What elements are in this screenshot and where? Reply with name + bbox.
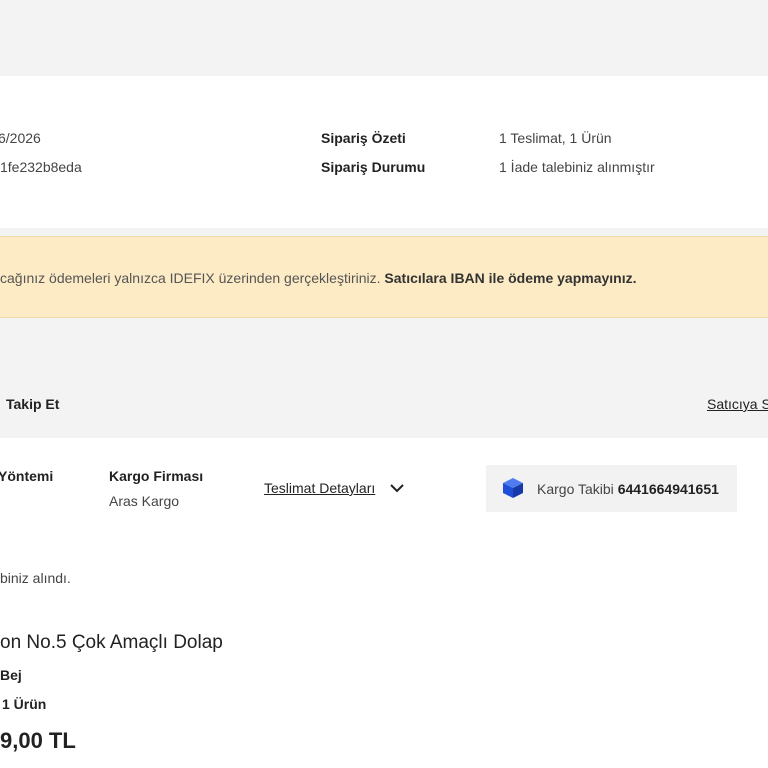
order-summary-value: 1 Teslimat, 1 Ürün xyxy=(499,130,612,146)
delivery-method-label: Yöntemi xyxy=(0,468,54,484)
product-quantity: 1 Ürün xyxy=(2,696,47,712)
carrier-label: Kargo Firması xyxy=(109,468,204,484)
order-number: 1fe232b8eda xyxy=(0,159,82,175)
chevron-down-icon xyxy=(390,484,404,493)
cargo-tracking-text: Kargo Takibi 6441664941651 xyxy=(537,481,719,497)
warning-text-normal: cağınız ödemeleri yalnızca IDEFIX üzerin… xyxy=(0,270,385,286)
cargo-tracking-label: Kargo Takibi xyxy=(537,481,614,497)
order-summary-panel xyxy=(0,76,768,228)
delivery-details-link[interactable]: Teslimat Detayları xyxy=(264,480,375,496)
box-icon xyxy=(503,478,523,498)
return-status-note: biniz alındı. xyxy=(0,570,71,586)
contact-seller-link[interactable]: Satıcıya S xyxy=(707,396,768,412)
warning-text-bold: Satıcılara IBAN ile ödeme yapmayınız. xyxy=(384,270,637,286)
payment-warning-text: cağınız ödemeleri yalnızca IDEFIX üzerin… xyxy=(0,270,637,286)
order-summary-label: Sipariş Özeti xyxy=(321,130,406,146)
delivery-details-toggle[interactable]: Teslimat Detayları xyxy=(264,480,405,496)
order-status-label: Sipariş Durumu xyxy=(321,159,426,175)
shipment-header-bar xyxy=(0,366,768,438)
order-date: 6/2026 xyxy=(0,130,41,146)
follow-button[interactable]: Takip Et xyxy=(6,396,59,412)
cargo-tracking-number: 6441664941651 xyxy=(617,481,719,497)
product-title[interactable]: on No.5 Çok Amaçlı Dolap xyxy=(0,632,223,654)
product-price: 9,00 TL xyxy=(0,728,76,753)
carrier-value: Aras Kargo xyxy=(109,493,180,509)
product-color: Bej xyxy=(0,667,22,683)
order-status-value: 1 İade talebiniz alınmıştır xyxy=(499,159,655,175)
